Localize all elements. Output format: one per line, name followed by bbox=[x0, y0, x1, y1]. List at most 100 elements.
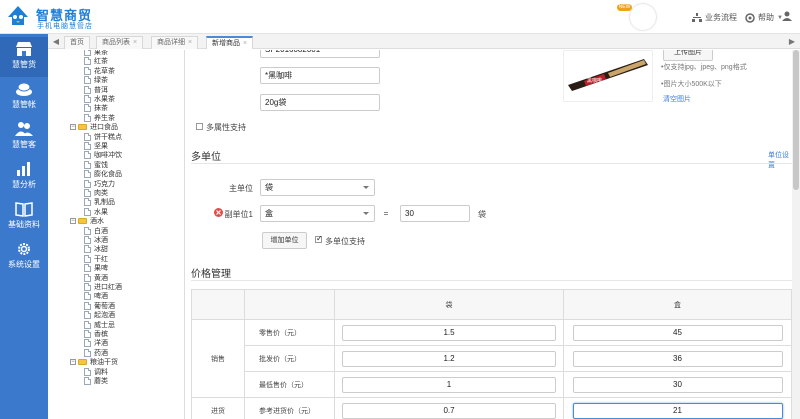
product-image: 黑咖啡 bbox=[563, 50, 653, 102]
nav-item-analysis[interactable]: 慧分析 bbox=[0, 157, 48, 197]
unit-settings-link[interactable]: 单位设置 bbox=[768, 150, 792, 170]
nav-item-goods[interactable]: 慧管货 bbox=[0, 37, 48, 77]
nav-label: 慧管帐 bbox=[12, 100, 36, 109]
document-icon bbox=[84, 292, 91, 301]
price-input[interactable]: 30 bbox=[572, 376, 783, 393]
name-input[interactable]: *黑咖啡 bbox=[260, 67, 380, 84]
business-process-label: 业务流程 bbox=[705, 13, 737, 22]
unit-ratio-input[interactable]: 30 bbox=[400, 205, 470, 222]
multi-unit-checkbox[interactable] bbox=[315, 234, 323, 243]
table-row: 进货 参考进货价（元） 0.7 21 bbox=[191, 397, 792, 419]
ratio-unit-label: 袋 bbox=[478, 210, 486, 219]
lifebuoy-icon bbox=[745, 12, 755, 23]
price-input[interactable]: 0.7 bbox=[342, 402, 556, 419]
selected-value: 盒 bbox=[265, 209, 273, 218]
price-input[interactable]: 45 bbox=[572, 324, 783, 341]
group-sales: 销售 bbox=[191, 319, 245, 398]
divider bbox=[191, 163, 792, 164]
document-icon bbox=[84, 226, 91, 235]
tab-home[interactable]: 首页 bbox=[64, 36, 90, 49]
tab-strip: ◀ 首页 商品列表 × 商品详细 × 新增商品 × ▶ bbox=[48, 34, 800, 49]
tab-scroll-right-icon[interactable]: ▶ bbox=[786, 34, 798, 49]
document-icon bbox=[84, 95, 91, 103]
nav-label: 慧管客 bbox=[12, 140, 36, 149]
document-icon bbox=[84, 207, 91, 216]
help-link[interactable]: 帮助 ▼ bbox=[745, 12, 783, 23]
sub-unit-select[interactable]: 盒 bbox=[260, 205, 375, 222]
coffee-pack-image: 黑咖啡 bbox=[568, 59, 648, 91]
row-label: 参考进货价（元） bbox=[244, 397, 335, 419]
collapse-icon[interactable]: − bbox=[70, 218, 76, 225]
price-input[interactable]: 1.2 bbox=[342, 350, 556, 367]
document-icon bbox=[84, 367, 91, 376]
spec-input[interactable]: 20g袋 bbox=[260, 94, 380, 111]
product-form: 编号 SP2016082001 *名称 *黑咖啡 规格 20g袋 多属性支持 黑… bbox=[185, 50, 792, 419]
price-input[interactable]: 1.5 bbox=[342, 324, 556, 341]
group-purchase: 进货 bbox=[191, 397, 245, 419]
document-icon bbox=[84, 236, 91, 244]
multi-attribute-checkbox[interactable] bbox=[196, 123, 203, 130]
price-input[interactable]: 1 bbox=[342, 376, 556, 393]
chevron-down-icon bbox=[363, 212, 369, 215]
document-icon bbox=[84, 245, 91, 254]
nav-item-customers[interactable]: 慧管客 bbox=[0, 117, 48, 157]
close-icon[interactable]: × bbox=[188, 39, 192, 46]
document-icon bbox=[84, 189, 91, 197]
users-icon bbox=[15, 122, 33, 136]
clear-image-link[interactable]: 清空图片 bbox=[663, 94, 691, 104]
user-icon[interactable] bbox=[782, 11, 792, 21]
nav-label: 系统设置 bbox=[8, 260, 40, 269]
close-icon[interactable]: × bbox=[133, 39, 137, 46]
tab-scroll-left-icon[interactable]: ◀ bbox=[50, 34, 62, 49]
table-row: 销售 零售价（元） 1.5 45 bbox=[191, 319, 792, 398]
gear-icon bbox=[18, 243, 30, 255]
document-icon bbox=[84, 132, 91, 141]
collapse-icon[interactable]: − bbox=[70, 124, 76, 131]
table-corner bbox=[244, 289, 335, 320]
main-scrollbar[interactable] bbox=[792, 50, 800, 419]
user-avatar[interactable] bbox=[630, 4, 656, 30]
nav-label: 基础资料 bbox=[8, 220, 40, 229]
multi-unit-label: 多单位支持 bbox=[325, 237, 365, 246]
nav-item-basic-data[interactable]: 基础资料 bbox=[0, 197, 48, 237]
document-icon bbox=[84, 330, 91, 338]
upload-image-button[interactable]: 上传图片 bbox=[663, 50, 713, 61]
tree-item[interactable]: 蘑类 bbox=[84, 376, 108, 386]
tab-product-detail[interactable]: 商品详细 × bbox=[151, 36, 199, 49]
price-input[interactable]: 21 bbox=[572, 402, 783, 419]
nav-item-settings[interactable]: 系统设置 bbox=[0, 237, 48, 277]
code-input[interactable]: SP2016082001 bbox=[260, 50, 380, 58]
document-icon bbox=[84, 142, 91, 150]
row-label: 零售价（元） bbox=[244, 319, 335, 346]
row-label: 最低售价（元） bbox=[244, 371, 335, 398]
tab-product-list[interactable]: 商品列表 × bbox=[96, 36, 144, 49]
document-icon bbox=[84, 283, 91, 291]
multi-attribute-label: 多属性支持 bbox=[206, 123, 246, 132]
folder-icon bbox=[78, 124, 87, 131]
close-icon[interactable]: × bbox=[243, 40, 247, 47]
table-corner bbox=[191, 289, 245, 320]
app-logo[interactable]: 智慧商贸 手机电脑慧管店 bbox=[4, 2, 154, 32]
row-label: 批发价（元） bbox=[244, 345, 335, 372]
main-unit-label: 主单位 bbox=[229, 184, 253, 193]
tab-label: 首页 bbox=[70, 39, 84, 46]
add-unit-button[interactable]: 增加单位 bbox=[262, 232, 307, 249]
scroll-thumb[interactable] bbox=[793, 50, 799, 190]
main-unit-select[interactable]: 袋 bbox=[260, 179, 375, 196]
nav-item-accounts[interactable]: 慧管帐 bbox=[0, 77, 48, 117]
document-icon bbox=[84, 170, 91, 179]
business-process-link[interactable]: 业务流程 bbox=[692, 12, 737, 23]
document-icon bbox=[84, 339, 91, 348]
document-icon bbox=[84, 57, 91, 66]
image-size-hint: •图片大小500K以下 bbox=[661, 81, 722, 88]
document-icon bbox=[84, 301, 91, 310]
table-row: 批发价（元） 1.2 36 bbox=[192, 345, 792, 372]
collapse-icon[interactable]: − bbox=[70, 359, 76, 366]
price-input[interactable]: 36 bbox=[572, 350, 783, 367]
price-title: 价格管理 bbox=[191, 269, 231, 280]
sitemap-icon bbox=[692, 12, 702, 22]
col-header-unit: 袋 bbox=[334, 289, 564, 320]
tab-new-product[interactable]: 新增商品 × bbox=[206, 36, 254, 49]
document-icon bbox=[84, 264, 91, 273]
store-icon bbox=[16, 42, 32, 56]
